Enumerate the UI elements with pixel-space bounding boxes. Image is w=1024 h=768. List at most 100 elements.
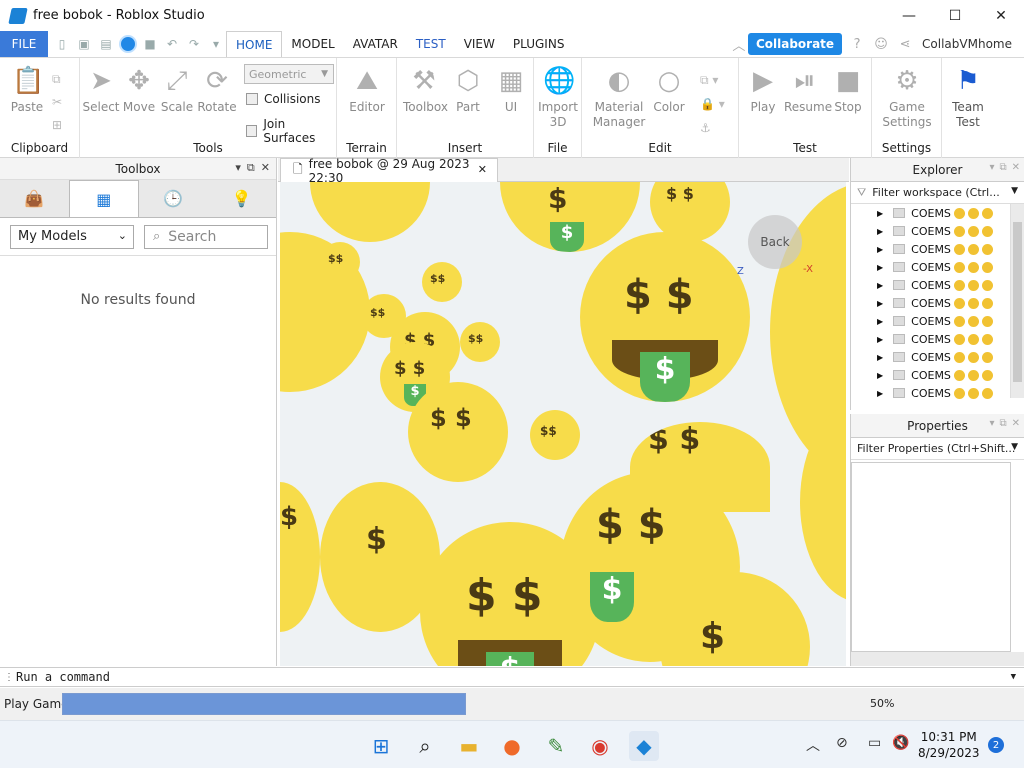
panel-close-icon[interactable]: ✕ bbox=[261, 161, 270, 175]
panel-menu-icon[interactable]: ▾ bbox=[989, 162, 994, 173]
system-clock[interactable]: 10:31 PM 8/29/2023 bbox=[918, 729, 980, 761]
file-explorer-icon[interactable]: ▬ bbox=[454, 731, 484, 761]
tab-home[interactable]: HOME bbox=[226, 31, 283, 57]
search-icon[interactable]: ⌕ bbox=[410, 731, 440, 761]
customize-toolbar-icon[interactable]: ▾ bbox=[206, 34, 226, 54]
tree-item[interactable]: ▶ COEMS bbox=[851, 384, 1024, 402]
chevron-down-icon[interactable]: ▼ bbox=[1011, 672, 1016, 682]
command-input[interactable]: Run a command bbox=[16, 670, 110, 684]
view-selector-back[interactable]: Back bbox=[748, 215, 802, 269]
collisions-checkbox[interactable] bbox=[246, 93, 258, 105]
anchor-icon[interactable]: ⚓ bbox=[700, 116, 725, 140]
expand-arrow-icon[interactable]: ▶ bbox=[877, 317, 883, 326]
team-test-button[interactable]: ⚑ Team Test bbox=[945, 66, 991, 130]
expand-arrow-icon[interactable]: ▶ bbox=[877, 353, 883, 362]
file-menu[interactable]: FILE bbox=[0, 31, 48, 57]
network-icon[interactable]: ⊘ bbox=[836, 735, 848, 751]
tab-test[interactable]: TEST bbox=[407, 31, 455, 57]
help-icon[interactable]: ? bbox=[848, 35, 866, 53]
tray-chevron-icon[interactable]: ︿ bbox=[806, 735, 820, 755]
tree-item[interactable]: ▶ COEMS bbox=[851, 258, 1024, 276]
tree-item[interactable]: ▶ COEMS bbox=[851, 276, 1024, 294]
redo-icon[interactable]: ↷ bbox=[184, 34, 204, 54]
publish-icon[interactable]: ▣ bbox=[74, 34, 94, 54]
undock-icon[interactable]: ⧉ bbox=[247, 161, 255, 175]
category-dropdown[interactable]: My Models ⌄ bbox=[10, 224, 134, 249]
scale-button[interactable]: ⤢ Scale bbox=[156, 66, 198, 115]
undock-icon[interactable]: ⧉ bbox=[999, 162, 1006, 173]
share-icon[interactable]: ⋖ bbox=[896, 35, 914, 53]
tree-item[interactable]: ▶ COEMS bbox=[851, 294, 1024, 312]
save-icon[interactable]: ▤ bbox=[96, 34, 116, 54]
explorer-scrollbar[interactable] bbox=[1010, 204, 1024, 398]
notifications-icon[interactable]: ☺ bbox=[872, 35, 890, 53]
import-3d-button[interactable]: 🌐 Import 3D bbox=[537, 66, 579, 130]
collaborate-button[interactable]: Collaborate bbox=[747, 33, 843, 55]
part-button[interactable]: ⬡ Part bbox=[447, 66, 489, 115]
terrain-editor-button[interactable]: ⛰ Editor bbox=[346, 66, 388, 115]
play-button[interactable]: ▶ Play bbox=[742, 66, 784, 115]
move-button[interactable]: ✥ Move bbox=[118, 66, 160, 115]
tab-avatar[interactable]: AVATAR bbox=[344, 31, 407, 57]
tree-item[interactable]: ▶ COEMS bbox=[851, 366, 1024, 384]
copy-icon[interactable]: ⧉ bbox=[52, 68, 62, 91]
expand-arrow-icon[interactable]: ▶ bbox=[877, 335, 883, 344]
display-icon[interactable]: ▭ bbox=[868, 735, 881, 751]
command-bar[interactable]: ⋮ Run a command ▼ bbox=[0, 667, 1024, 687]
expand-arrow-icon[interactable]: ▶ bbox=[877, 389, 883, 398]
scrollbar-thumb[interactable] bbox=[1013, 222, 1022, 382]
username[interactable]: CollabVMhome bbox=[922, 37, 1012, 51]
undo-icon[interactable]: ↶ bbox=[162, 34, 182, 54]
panel-menu-icon[interactable]: ▾ bbox=[235, 161, 241, 175]
tree-item[interactable]: ▶ COEMS bbox=[851, 312, 1024, 330]
paste-button[interactable]: 📋 Paste bbox=[6, 66, 48, 115]
notepad-icon[interactable]: ✎ bbox=[541, 731, 571, 761]
close-button[interactable]: ✕ bbox=[978, 0, 1024, 31]
minimize-button[interactable]: — bbox=[886, 0, 932, 31]
resume-button[interactable]: ⏯ Resume bbox=[784, 66, 832, 115]
toolbox-button[interactable]: ⚒ Toolbox bbox=[403, 66, 448, 115]
cut-icon[interactable]: ✂ bbox=[52, 91, 62, 114]
collisions-toggle[interactable]: Collisions bbox=[246, 92, 321, 106]
properties-filter-input[interactable]: Filter Properties (Ctrl+Shift... ▼ bbox=[851, 438, 1024, 460]
select-button[interactable]: ➤ Select bbox=[80, 66, 122, 115]
firefox-icon[interactable]: ● bbox=[497, 731, 527, 761]
document-tab[interactable]: 🗋 free bobok @ 29 Aug 2023 22:30 ✕ bbox=[280, 157, 498, 185]
play-here-icon[interactable] bbox=[118, 34, 138, 54]
new-file-icon[interactable]: ▯ bbox=[52, 34, 72, 54]
tab-marketplace[interactable]: 👜 bbox=[0, 180, 69, 217]
panel-close-icon[interactable]: ✕ bbox=[1012, 418, 1020, 429]
stop-button[interactable]: ■ Stop bbox=[827, 66, 869, 115]
tree-item[interactable]: ▶ COEMS bbox=[851, 240, 1024, 258]
notification-badge[interactable]: 2 bbox=[988, 737, 1004, 753]
expand-arrow-icon[interactable]: ▶ bbox=[877, 209, 883, 218]
tab-model[interactable]: MODEL bbox=[282, 31, 343, 57]
windows-start-icon[interactable]: ⊞ bbox=[366, 731, 396, 761]
tree-item[interactable]: ▶ COEMS bbox=[851, 330, 1024, 348]
undock-icon[interactable]: ⧉ bbox=[999, 418, 1006, 429]
tab-plugins[interactable]: PLUGINS bbox=[504, 31, 574, 57]
color-button[interactable]: ○ Color bbox=[648, 66, 690, 115]
lock-icon[interactable]: 🔒 ▾ bbox=[700, 92, 725, 116]
chrome-icon[interactable]: ◉ bbox=[585, 731, 615, 761]
tree-item[interactable]: ▶ COEMS bbox=[851, 222, 1024, 240]
expand-arrow-icon[interactable]: ▶ bbox=[877, 245, 883, 254]
close-tab-icon[interactable]: ✕ bbox=[478, 163, 487, 176]
expand-arrow-icon[interactable]: ▶ bbox=[877, 263, 883, 272]
material-manager-button[interactable]: ◐ Material Manager bbox=[592, 66, 646, 130]
volume-icon[interactable]: 🔇 bbox=[892, 735, 909, 751]
ui-button[interactable]: ▦ UI bbox=[490, 66, 532, 115]
expand-arrow-icon[interactable]: ▶ bbox=[877, 227, 883, 236]
duplicate-icon[interactable]: ⊞ bbox=[52, 114, 62, 137]
roblox-studio-taskbar-icon[interactable]: ◆ bbox=[629, 731, 659, 761]
expand-arrow-icon[interactable]: ▶ bbox=[877, 281, 883, 290]
game-settings-button[interactable]: ⚙ Game Settings bbox=[882, 66, 932, 130]
group-icon[interactable]: ⧉ ▾ bbox=[700, 68, 725, 92]
tab-recent[interactable]: 🕒 bbox=[139, 180, 208, 217]
transform-mode-dropdown[interactable]: Geometric ▼ bbox=[244, 64, 334, 84]
panel-menu-icon[interactable]: ▾ bbox=[989, 418, 994, 429]
tab-creations[interactable]: 💡 bbox=[208, 180, 277, 217]
search-input[interactable]: ⌕ Search bbox=[144, 224, 268, 249]
panel-close-icon[interactable]: ✕ bbox=[1012, 162, 1020, 173]
tree-item[interactable]: ▶ COEMS bbox=[851, 348, 1024, 366]
